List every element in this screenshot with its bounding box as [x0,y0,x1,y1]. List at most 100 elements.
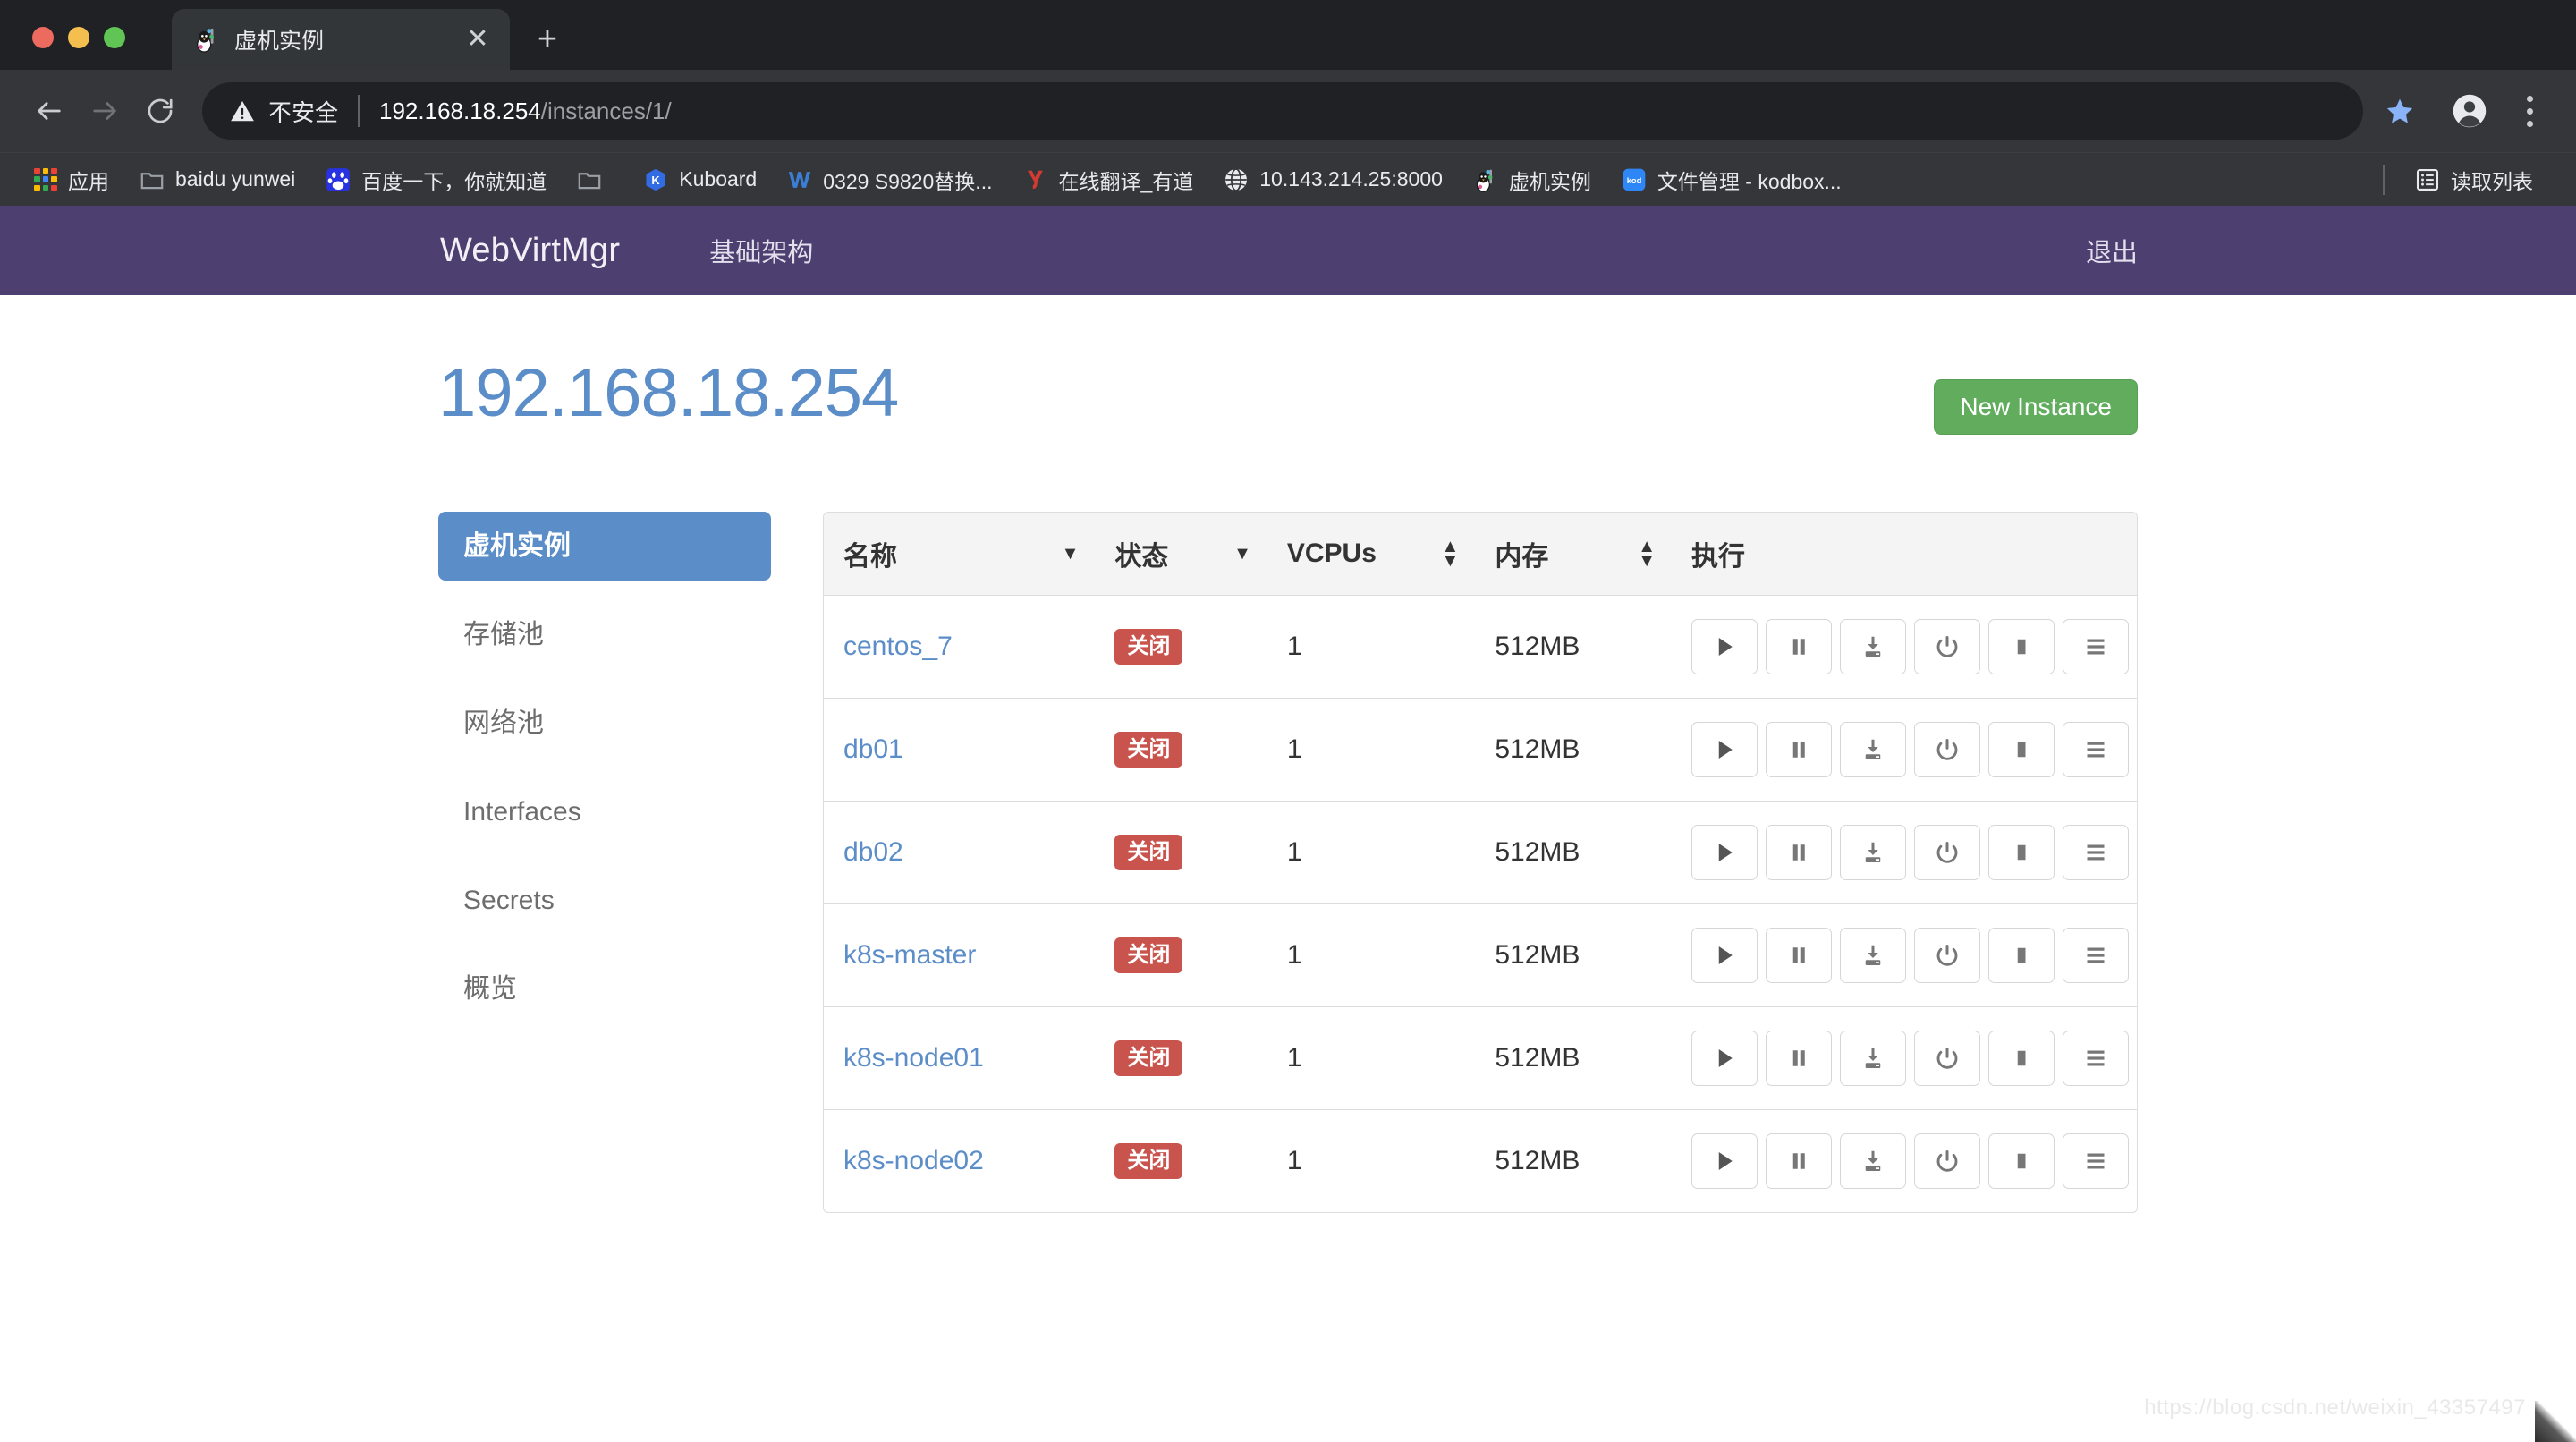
bookmark-apps[interactable]: 应用 [23,159,120,200]
bookmark-kuboard[interactable]: K Kuboard [632,162,767,198]
browser-menu-button[interactable] [2504,81,2555,140]
power-button[interactable] [1914,619,1980,674]
page-curl-decoration [2535,1401,2576,1442]
bookmark-folder[interactable] [566,162,623,198]
instance-link[interactable]: k8s-master [843,940,976,970]
download-button[interactable] [1840,722,1906,777]
new-instance-button[interactable]: New Instance [1934,379,2138,435]
reading-list-button[interactable]: 读取列表 [2404,159,2544,200]
sidebar-item-overview[interactable]: 概览 [438,954,771,1023]
tab-close-icon[interactable]: ✕ [462,23,494,55]
logout-link[interactable]: 退出 [2086,232,2138,269]
download-button[interactable] [1840,928,1906,983]
sidebar-item-instances[interactable]: 虚机实例 [438,512,771,581]
instance-link[interactable]: k8s-node01 [843,1043,984,1073]
new-tab-button[interactable]: + [522,14,572,64]
play-button[interactable] [1691,928,1758,983]
power-icon [1936,842,1958,863]
address-bar[interactable]: 不安全 192.168.18.254/instances/1/ [202,82,2363,140]
pause-button[interactable] [1766,928,1832,983]
column-header-name[interactable]: 名称 ▼ [824,513,1096,596]
bookmark-button[interactable] [2372,83,2428,139]
profile-button[interactable] [2440,81,2499,140]
status-badge: 关闭 [1114,1143,1183,1179]
bookmark-baidu-search[interactable]: 百度一下，你就知道 [315,159,557,200]
power-icon [1936,739,1958,760]
bookmark-youdao[interactable]: 在线翻译_有道 [1012,159,1204,200]
download-button[interactable] [1840,619,1906,674]
power-button[interactable] [1914,825,1980,880]
menu-icon [2087,1050,2105,1066]
bookmark-baidu-yunwei[interactable]: baidu yunwei [129,162,306,198]
browser-tab[interactable]: 虚机实例 ✕ [172,9,510,70]
stop-button[interactable] [1988,1031,2055,1086]
cell-memory: 512MB [1475,698,1672,802]
column-header-status[interactable]: 状态 ▼ [1095,513,1267,596]
menu-button[interactable] [2063,722,2129,777]
stop-button[interactable] [1988,722,2055,777]
pause-button[interactable] [1766,619,1832,674]
column-header-memory[interactable]: 内存 ▲ ▼ [1475,513,1672,596]
maximize-window-button[interactable] [104,27,125,48]
download-button[interactable] [1840,825,1906,880]
play-button[interactable] [1691,619,1758,674]
power-button[interactable] [1914,1133,1980,1189]
table-row: db01 关闭 1 512MB [824,698,2137,802]
pause-button[interactable] [1766,1133,1832,1189]
pause-icon [1792,1050,1805,1066]
instance-link[interactable]: centos_7 [843,632,953,661]
menu-button[interactable] [2063,928,2129,983]
instance-link[interactable]: db01 [843,734,903,764]
power-icon [1936,945,1958,966]
forward-button[interactable] [77,83,132,139]
power-button[interactable] [1914,722,1980,777]
instance-link[interactable]: k8s-node02 [843,1146,984,1175]
menu-button[interactable] [2063,1133,2129,1189]
download-button[interactable] [1840,1031,1906,1086]
bookmarks-divider [2383,164,2385,195]
sidebar-item-storage-pools[interactable]: 存储池 [438,600,771,669]
sidebar-item-network-pools[interactable]: 网络池 [438,689,771,758]
menu-button[interactable] [2063,1031,2129,1086]
play-icon [1718,1049,1733,1067]
play-button[interactable] [1691,1133,1758,1189]
play-button[interactable] [1691,825,1758,880]
stop-button[interactable] [1988,619,2055,674]
sidebar-item-interfaces[interactable]: Interfaces [438,777,771,846]
stop-button[interactable] [1988,928,2055,983]
pause-button[interactable] [1766,1031,1832,1086]
sidebar-item-secrets[interactable]: Secrets [438,866,771,935]
reload-button[interactable] [132,83,188,139]
power-button[interactable] [1914,1031,1980,1086]
sort-desc-icon: ▼ [1233,544,1251,564]
bookmark-star-icon [2386,98,2413,123]
back-button[interactable] [21,83,77,139]
stop-button[interactable] [1988,825,2055,880]
stop-icon [2017,844,2026,861]
bookmark-webvirtmgr[interactable]: 虚机实例 [1462,159,1602,200]
bookmark-wps-doc[interactable]: 0329 S9820替换... [776,159,1003,200]
folder-icon [140,172,164,189]
play-button[interactable] [1691,1031,1758,1086]
stop-button[interactable] [1988,1133,2055,1189]
download-icon [1865,739,1881,759]
pause-button[interactable] [1766,825,1832,880]
power-button[interactable] [1914,928,1980,983]
bookmark-kodbox[interactable]: kod 文件管理 - kodbox... [1611,159,1852,200]
column-header-vcpus[interactable]: VCPUs ▲ ▼ [1267,513,1476,596]
pause-button[interactable] [1766,722,1832,777]
nav-link-infrastructure[interactable]: 基础架构 [709,232,813,269]
play-button[interactable] [1691,722,1758,777]
download-icon [1865,636,1881,657]
download-button[interactable] [1840,1133,1906,1189]
bookmark-ip-8000[interactable]: 10.143.214.25:8000 [1213,162,1453,198]
instance-link[interactable]: db02 [843,837,903,867]
minimize-window-button[interactable] [68,27,89,48]
menu-button[interactable] [2063,619,2129,674]
tab-title: 虚机实例 [234,29,325,54]
status-badge: 关闭 [1114,937,1183,973]
menu-button[interactable] [2063,825,2129,880]
close-window-button[interactable] [32,27,54,48]
status-badge: 关闭 [1114,732,1183,768]
app-brand[interactable]: WebVirtMgr [440,232,620,270]
